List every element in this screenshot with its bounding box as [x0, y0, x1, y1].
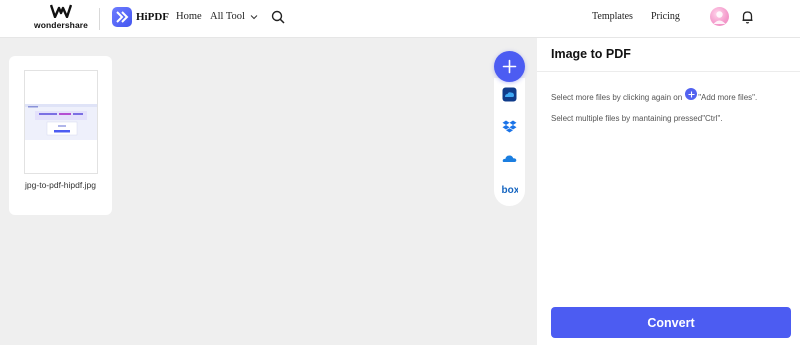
- box-icon[interactable]: box: [501, 182, 519, 197]
- add-more-files-button[interactable]: [494, 51, 525, 82]
- multi-select-hint: Select multiple files by mantaining pres…: [551, 114, 723, 123]
- inline-plus-icon: [685, 88, 698, 100]
- box-label: box: [502, 185, 519, 196]
- file-name: jpg-to-pdf-hipdf.jpg: [25, 180, 96, 190]
- add-files-hint: Select more files by clicking again on "…: [551, 88, 758, 103]
- nav-all-tool-label: All Tool: [210, 11, 245, 22]
- dropbox-icon[interactable]: [502, 119, 517, 134]
- plus-icon: [502, 59, 517, 74]
- hipdf-logo-icon: [112, 7, 132, 27]
- avatar[interactable]: [710, 7, 729, 26]
- conversion-panel: Image to PDF Select more files by clicki…: [537, 38, 800, 345]
- nav-pricing[interactable]: Pricing: [651, 11, 680, 22]
- header-divider: [99, 8, 100, 30]
- onedrive-icon[interactable]: [502, 151, 517, 166]
- google-drive-icon[interactable]: [502, 87, 517, 102]
- wondershare-brand-text: wondershare: [34, 20, 89, 30]
- nav-templates[interactable]: Templates: [592, 11, 633, 22]
- hipdf-logo[interactable]: HiPDF: [112, 7, 169, 27]
- file-thumbnail: [24, 70, 98, 174]
- top-navbar: wondershare HiPDF Home All Tool Template…: [0, 0, 800, 38]
- add-files-hint-text-start: Select more files by clicking again on: [551, 92, 683, 102]
- upload-source-toolbar: box: [494, 78, 525, 206]
- panel-title: Image to PDF: [551, 47, 631, 61]
- wondershare-logo-icon: [50, 4, 72, 18]
- add-files-hint-text-end: "Add more files".: [698, 92, 758, 102]
- bell-icon[interactable]: [741, 10, 754, 24]
- hipdf-product-name: HiPDF: [136, 11, 169, 23]
- convert-button[interactable]: Convert: [551, 307, 791, 338]
- file-card[interactable]: jpg-to-pdf-hipdf.jpg: [9, 56, 112, 215]
- nav-home[interactable]: Home: [176, 11, 202, 22]
- chevron-down-icon: [250, 14, 258, 19]
- panel-divider: [537, 71, 800, 72]
- nav-all-tool-dropdown[interactable]: All Tool: [210, 11, 258, 22]
- search-icon[interactable]: [271, 10, 285, 24]
- wondershare-logo[interactable]: wondershare: [34, 4, 88, 32]
